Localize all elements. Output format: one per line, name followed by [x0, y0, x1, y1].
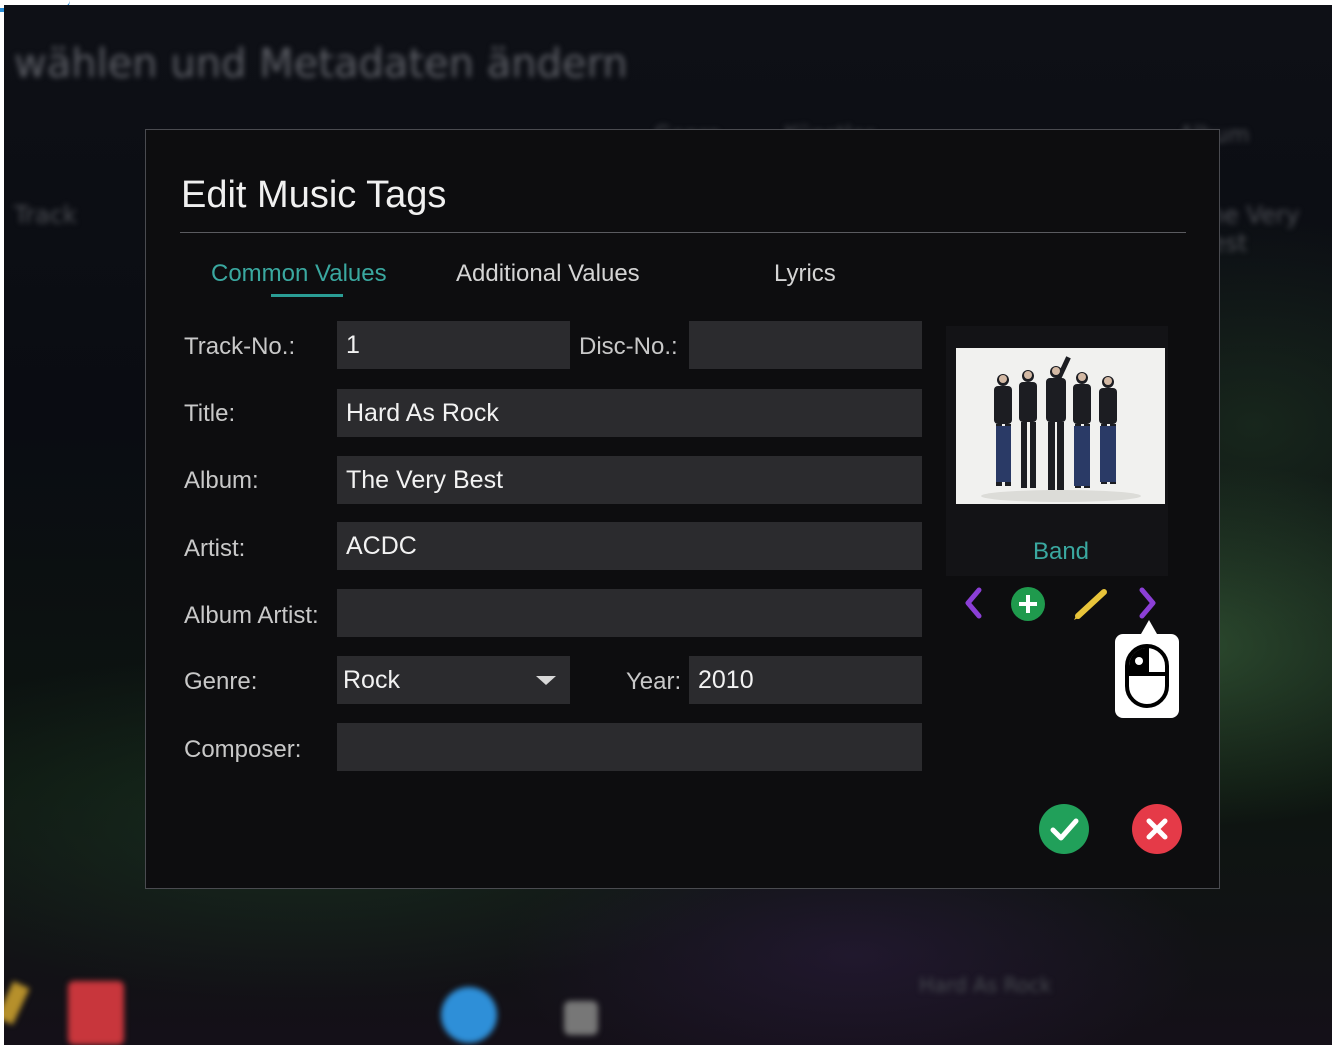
confirm-button[interactable]: [1039, 804, 1089, 854]
mouse-hint-tooltip: [1115, 620, 1179, 718]
track-no-field[interactable]: 1: [337, 321, 570, 369]
album-artist-field[interactable]: [337, 589, 922, 637]
genre-label: Genre:: [184, 668, 258, 695]
band-photo: [956, 348, 1165, 504]
genre-selected-value: Rock: [343, 666, 400, 694]
artist-label: Artist:: [184, 535, 246, 562]
chevron-down-icon: [536, 676, 556, 685]
add-icon[interactable]: [1010, 586, 1046, 622]
dialog-title: Edit Music Tags: [181, 174, 447, 216]
pencil-icon[interactable]: [1072, 586, 1112, 622]
play-icon: [441, 987, 497, 1043]
title-field[interactable]: Hard As Rock: [337, 389, 922, 437]
track-no-label: Track-No.:: [184, 333, 296, 360]
album-artist-label: Album Artist:: [184, 602, 319, 629]
cover-art-image[interactable]: [956, 348, 1165, 504]
genre-dropdown[interactable]: Rock: [337, 656, 570, 704]
background-now-playing: Hard As Rock: [919, 973, 1052, 997]
composer-field[interactable]: [337, 723, 922, 771]
background-column-track: Track: [14, 201, 77, 229]
pencil-icon: [4, 981, 30, 1025]
close-icon: [1146, 818, 1168, 840]
chevron-left-icon[interactable]: [961, 586, 987, 620]
cover-caption: Band: [1032, 538, 1090, 565]
active-tab-indicator: [271, 294, 343, 297]
title-divider: [180, 232, 1186, 233]
disc-no-label: Disc-No.:: [579, 333, 678, 360]
chevron-right-icon[interactable]: [1134, 586, 1160, 620]
mouse-icon: [1125, 644, 1169, 708]
title-label: Title:: [184, 400, 236, 427]
disc-no-field[interactable]: [689, 321, 922, 369]
year-field[interactable]: 2010: [689, 656, 922, 704]
year-label: Year:: [626, 668, 682, 695]
composer-label: Composer:: [184, 736, 302, 763]
tab-lyrics[interactable]: Lyrics: [774, 260, 836, 288]
cover-art-panel: Band: [946, 326, 1168, 576]
album-field[interactable]: The Very Best: [337, 456, 922, 504]
edit-music-tags-dialog: Edit Music Tags Common Values Additional…: [145, 129, 1220, 889]
background-title: wählen und Metadaten ändern: [14, 41, 628, 87]
trash-icon: [68, 981, 124, 1045]
checkmark-icon: [1050, 818, 1079, 841]
tab-common-values[interactable]: Common Values: [211, 260, 387, 288]
tab-additional-values[interactable]: Additional Values: [456, 260, 640, 288]
device-icon: [564, 1001, 598, 1035]
artist-field[interactable]: ACDC: [337, 522, 922, 570]
album-label: Album:: [184, 467, 259, 494]
cancel-button[interactable]: [1132, 804, 1182, 854]
